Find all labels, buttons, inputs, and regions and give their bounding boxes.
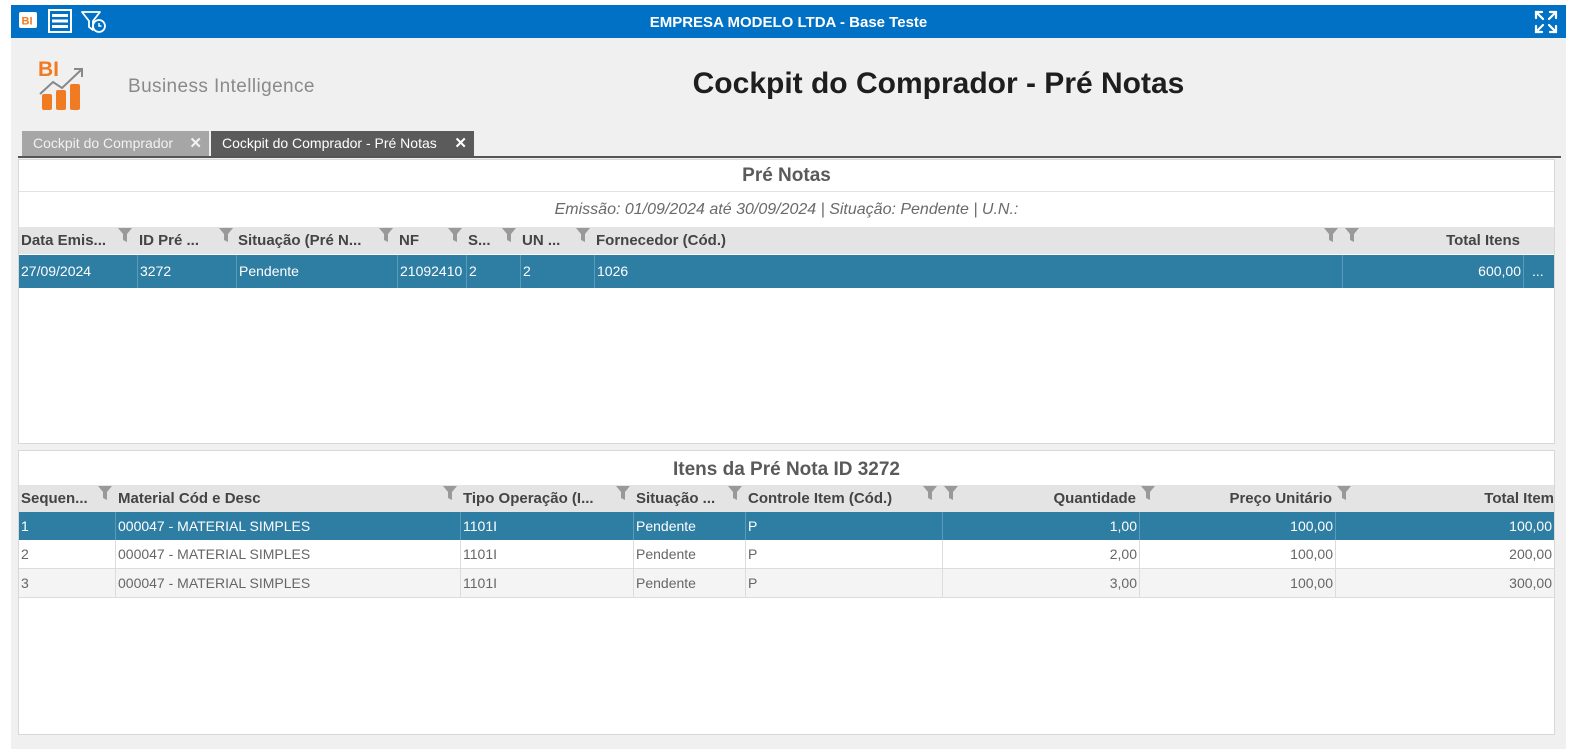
cell-preco: 100,00: [1139, 540, 1335, 568]
cell-sequencia: 2: [21, 546, 29, 562]
col-header-data[interactable]: Data Emis...: [21, 227, 121, 254]
itens-panel: Itens da Pré Nota ID 3272 Sequen... Mate…: [18, 450, 1555, 735]
filter-icon[interactable]: [219, 228, 233, 242]
tab-label: Cockpit do Comprador - Pré Notas: [222, 135, 437, 151]
cell-situacao: Pendente: [633, 540, 745, 568]
filter-icon[interactable]: [98, 486, 112, 500]
cell-controle: P: [745, 569, 942, 597]
cell-quantidade: 1,00: [942, 512, 1139, 540]
col-header-fornecedor[interactable]: Fornecedor (Cód.): [596, 227, 796, 254]
col-header-tipo-operacao[interactable]: Tipo Operação (I...: [463, 485, 613, 512]
table-row[interactable]: 2 000047 - MATERIAL SIMPLES 1101I Penden…: [19, 540, 1554, 568]
col-header-total-item[interactable]: Total Item: [1359, 485, 1554, 512]
window-titlebar: BI EMPRESA MODELO LTDA - Base Teste: [11, 5, 1566, 38]
col-header-total-itens[interactable]: Total Itens: [1379, 227, 1520, 254]
cell-tipo: 1101I: [460, 569, 633, 597]
cell-sequencia: 3: [21, 575, 29, 591]
divider: [19, 191, 1554, 192]
col-header-controle[interactable]: Controle Item (Cód.): [748, 485, 928, 512]
col-header-material[interactable]: Material Cód e Desc: [118, 485, 438, 512]
cell-data: 27/09/2024: [21, 263, 92, 279]
table-row[interactable]: 3 000047 - MATERIAL SIMPLES 1101I Penden…: [19, 569, 1554, 597]
cell-controle: P: [745, 540, 942, 568]
cell-material: 000047 - MATERIAL SIMPLES: [115, 569, 460, 597]
table-header: Sequen... Material Cód e Desc Tipo Opera…: [19, 485, 1554, 512]
table-row[interactable]: 1 000047 - MATERIAL SIMPLES 1101I Penden…: [19, 512, 1554, 540]
page-header: BI Business Intelligence Cockpit do Comp…: [11, 38, 1566, 130]
col-header-s[interactable]: S...: [468, 227, 498, 254]
filter-icon[interactable]: [443, 486, 457, 500]
col-header-quantidade[interactable]: Quantidade: [979, 485, 1136, 512]
page-title: Cockpit do Comprador - Pré Notas: [692, 67, 1185, 100]
tab-underline: [18, 156, 1561, 158]
cell-s: 2: [466, 255, 520, 288]
tab-cockpit-comprador[interactable]: Cockpit do Comprador ✕: [22, 131, 209, 156]
filter-icon[interactable]: [576, 228, 590, 242]
logo-text: BI: [38, 58, 59, 81]
cell-situacao: Pendente: [633, 512, 745, 540]
filter-icon[interactable]: [1324, 228, 1338, 242]
cell-material: 000047 - MATERIAL SIMPLES: [115, 540, 460, 568]
filter-icon[interactable]: [728, 486, 742, 500]
cell-un: 2: [520, 255, 594, 288]
filter-icon[interactable]: [379, 228, 393, 242]
window-title: EMPRESA MODELO LTDA - Base Teste: [649, 14, 928, 31]
table-header: Data Emis... ID Pré ... Situação (Pré N.…: [19, 227, 1554, 254]
cell-tipo: 1101I: [460, 540, 633, 568]
cell-tipo: 1101I: [460, 512, 633, 540]
filter-icon[interactable]: [1345, 228, 1359, 242]
col-header-nf[interactable]: NF: [399, 227, 449, 254]
cell-total-itens: 600,00: [1342, 255, 1523, 288]
cell-controle: P: [745, 512, 942, 540]
cell-situacao: Pendente: [633, 569, 745, 597]
cell-preco: 100,00: [1139, 569, 1335, 597]
col-header-id[interactable]: ID Pré ...: [139, 227, 217, 254]
table-row[interactable]: 27/09/2024 3272 Pendente 21092410 2 2 10…: [19, 255, 1554, 288]
bi-logo: BI: [37, 56, 89, 112]
cell-sequencia: 1: [21, 518, 29, 534]
col-header-sequencia[interactable]: Sequen...: [21, 485, 103, 512]
filter-icon[interactable]: [502, 228, 516, 242]
cell-id: 3272: [137, 255, 236, 288]
cell-material: 000047 - MATERIAL SIMPLES: [115, 512, 460, 540]
cell-total-item: 200,00: [1335, 540, 1554, 568]
brand-name: Business Intelligence: [128, 76, 315, 97]
app-frame: BI EMPRESA MODELO LTDA - Base Teste BI B…: [11, 5, 1566, 749]
fullscreen-icon[interactable]: [1534, 10, 1558, 34]
row-divider: [19, 597, 1554, 598]
tab-label: Cockpit do Comprador: [33, 135, 174, 151]
filter-icon[interactable]: [944, 486, 958, 500]
panel-title: Itens da Pré Nota ID 3272: [672, 459, 901, 480]
close-icon[interactable]: ✕: [454, 131, 467, 156]
cell-preco: 100,00: [1139, 512, 1335, 540]
col-header-situacao[interactable]: Situação (Pré N...: [238, 227, 386, 254]
cell-total-item: 300,00: [1335, 569, 1554, 597]
cell-fornecedor: 1026: [594, 255, 1342, 288]
pre-notas-panel: Pré Notas Emissão: 01/09/2024 até 30/09/…: [18, 159, 1555, 444]
cell-quantidade: 3,00: [942, 569, 1139, 597]
cell-total-item: 100,00: [1335, 512, 1554, 540]
close-icon[interactable]: ✕: [189, 131, 202, 156]
panel-title: Pré Notas: [742, 165, 831, 186]
col-header-situacao[interactable]: Situação ...: [636, 485, 728, 512]
filter-icon[interactable]: [923, 486, 937, 500]
filter-icon[interactable]: [448, 228, 462, 242]
filter-icon[interactable]: [1141, 486, 1155, 500]
filter-icon[interactable]: [1337, 486, 1351, 500]
tab-cockpit-pre-notas[interactable]: Cockpit do Comprador - Pré Notas ✕: [211, 131, 474, 156]
cell-nf: 21092410: [397, 255, 466, 288]
row-more-button[interactable]: ...: [1523, 255, 1554, 288]
col-header-preco[interactable]: Preço Unitário: [1159, 485, 1332, 512]
filter-icon[interactable]: [616, 486, 630, 500]
cell-situacao: Pendente: [236, 255, 397, 288]
filter-summary: Emissão: 01/09/2024 até 30/09/2024 | Sit…: [554, 201, 1019, 218]
filter-icon[interactable]: [118, 228, 132, 242]
col-header-un[interactable]: UN ...: [522, 227, 574, 254]
cell-quantidade: 2,00: [942, 540, 1139, 568]
